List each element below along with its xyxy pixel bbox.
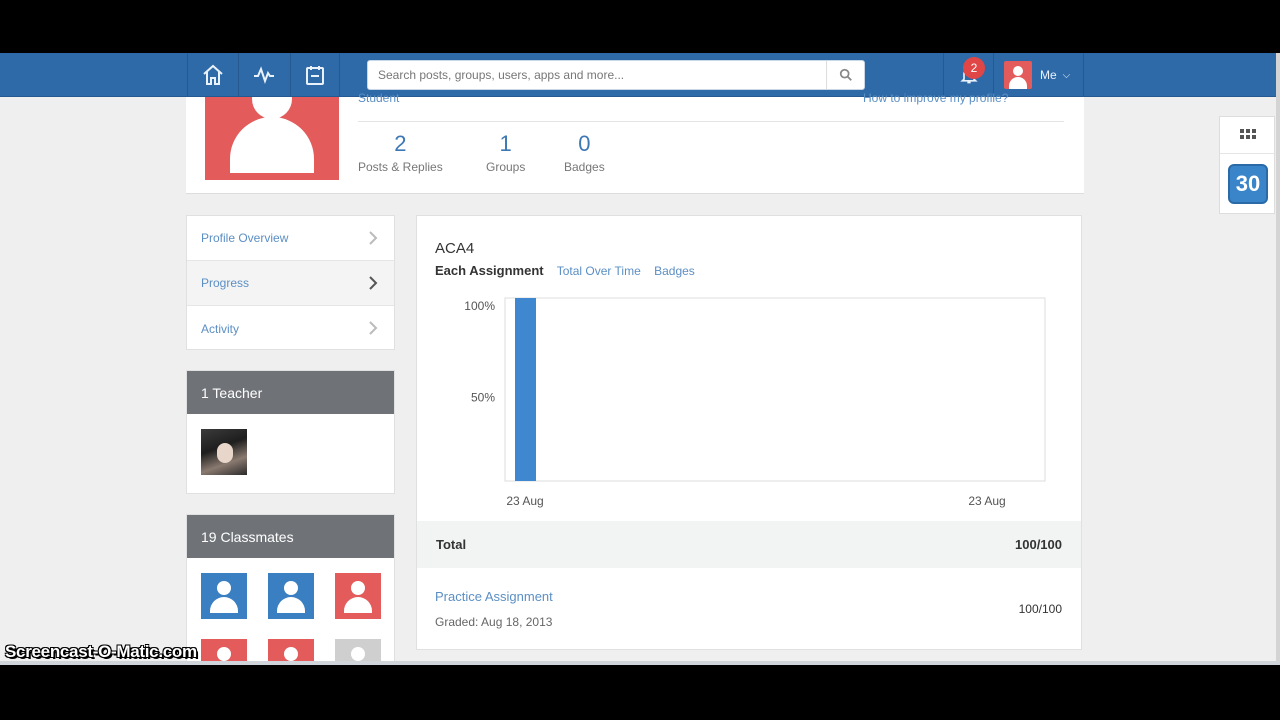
teachers-panel: 1 Teacher <box>186 370 395 494</box>
activity-button[interactable] <box>238 53 288 97</box>
chart-plot-area <box>504 297 1046 482</box>
stat-posts[interactable]: 2 Posts & Replies <box>358 131 443 174</box>
planner-button[interactable] <box>290 53 340 97</box>
chart-bar <box>515 298 536 481</box>
search-icon <box>839 68 852 81</box>
pulse-icon <box>253 66 274 84</box>
home-icon <box>202 64 223 85</box>
search-input[interactable] <box>368 61 823 89</box>
search-box <box>367 60 865 90</box>
user-avatar-icon <box>1004 61 1032 89</box>
teacher-avatar[interactable] <box>201 429 247 475</box>
stat-posts-label: Posts & Replies <box>358 160 443 174</box>
menu-item-label: Profile Overview <box>201 231 289 245</box>
chevron-right-icon <box>366 275 380 291</box>
course-title: ACA4 <box>435 240 475 257</box>
assignment-link[interactable]: Practice Assignment <box>435 589 553 604</box>
apps-grid-icon[interactable] <box>1240 129 1256 141</box>
stat-badges-label: Badges <box>564 160 605 174</box>
search-button[interactable] <box>826 61 864 89</box>
scrollbar[interactable] <box>1276 53 1280 665</box>
menu-item-label: Progress <box>201 276 250 290</box>
menu-item-progress[interactable]: Progress <box>187 261 394 306</box>
classmates-panel: 19 Classmates <box>186 514 395 665</box>
stat-posts-value: 2 <box>394 131 407 156</box>
profile-avatar <box>205 97 339 180</box>
teachers-header: 1 Teacher <box>187 371 394 414</box>
total-row: Total 100/100 <box>417 521 1081 568</box>
x-tick-label: 23 Aug <box>506 494 543 508</box>
assignment-graded-date: Graded: Aug 18, 2013 <box>435 615 553 629</box>
stat-groups-value: 1 <box>499 131 512 156</box>
planner-icon <box>306 66 324 85</box>
chevron-right-icon <box>366 230 380 246</box>
notification-count-badge: 2 <box>963 57 985 79</box>
menu-item-activity[interactable]: Activity <box>187 306 394 351</box>
menu-item-profile-overview[interactable]: Profile Overview <box>187 216 394 261</box>
user-menu-label: Me <box>1040 68 1057 82</box>
tab-total-over-time[interactable]: Total Over Time <box>557 264 641 278</box>
progress-card: ACA4 Each Assignment Total Over Time Bad… <box>416 215 1082 650</box>
classmate-avatar[interactable] <box>335 573 381 619</box>
top-navigation-bar: 2 Me ⌵ <box>0 53 1280 97</box>
menu-item-label: Activity <box>201 321 240 336</box>
y-tick-label: 100% <box>464 299 495 313</box>
classmate-avatar[interactable] <box>268 573 314 619</box>
profile-role-text: Student <box>358 91 400 105</box>
home-button[interactable] <box>187 53 237 97</box>
chevron-right-icon <box>366 320 380 336</box>
y-tick-label: 50% <box>471 391 495 405</box>
profile-menu: Profile Overview Progress Activity <box>186 215 395 350</box>
stat-badges-value: 0 <box>578 131 591 156</box>
improve-profile-link[interactable]: How to improve my profile? <box>863 91 1008 105</box>
browser-viewport: 2 Me ⌵ 30 Student How to improve my prof… <box>0 53 1280 665</box>
progress-chart: 100% 50% 23 Aug 23 Aug <box>464 297 1046 508</box>
calendar-app-icon[interactable]: 30 <box>1228 164 1268 204</box>
total-value: 100/100 <box>1015 537 1062 552</box>
tab-each-assignment[interactable]: Each Assignment <box>435 263 544 278</box>
stat-groups[interactable]: 1 Groups <box>486 131 525 174</box>
classmates-header: 19 Classmates <box>187 515 394 558</box>
assignment-score: 100/100 <box>1018 602 1062 616</box>
total-label: Total <box>436 537 467 552</box>
classmate-avatar[interactable] <box>201 573 247 619</box>
profile-header-card: Student How to improve my profile? 2 Pos… <box>186 91 1084 194</box>
watermark-text: Screencast-O-Matic.com <box>5 642 197 661</box>
progress-tabs: Each Assignment Total Over Time Badges <box>435 263 705 278</box>
x-tick-label: 23 Aug <box>968 494 1005 508</box>
stat-groups-label: Groups <box>486 160 526 174</box>
side-apps-widget: 30 <box>1219 116 1276 214</box>
stat-badges[interactable]: 0 Badges <box>564 131 605 174</box>
chevron-down-icon: ⌵ <box>1062 69 1071 81</box>
tab-badges[interactable]: Badges <box>654 264 695 278</box>
